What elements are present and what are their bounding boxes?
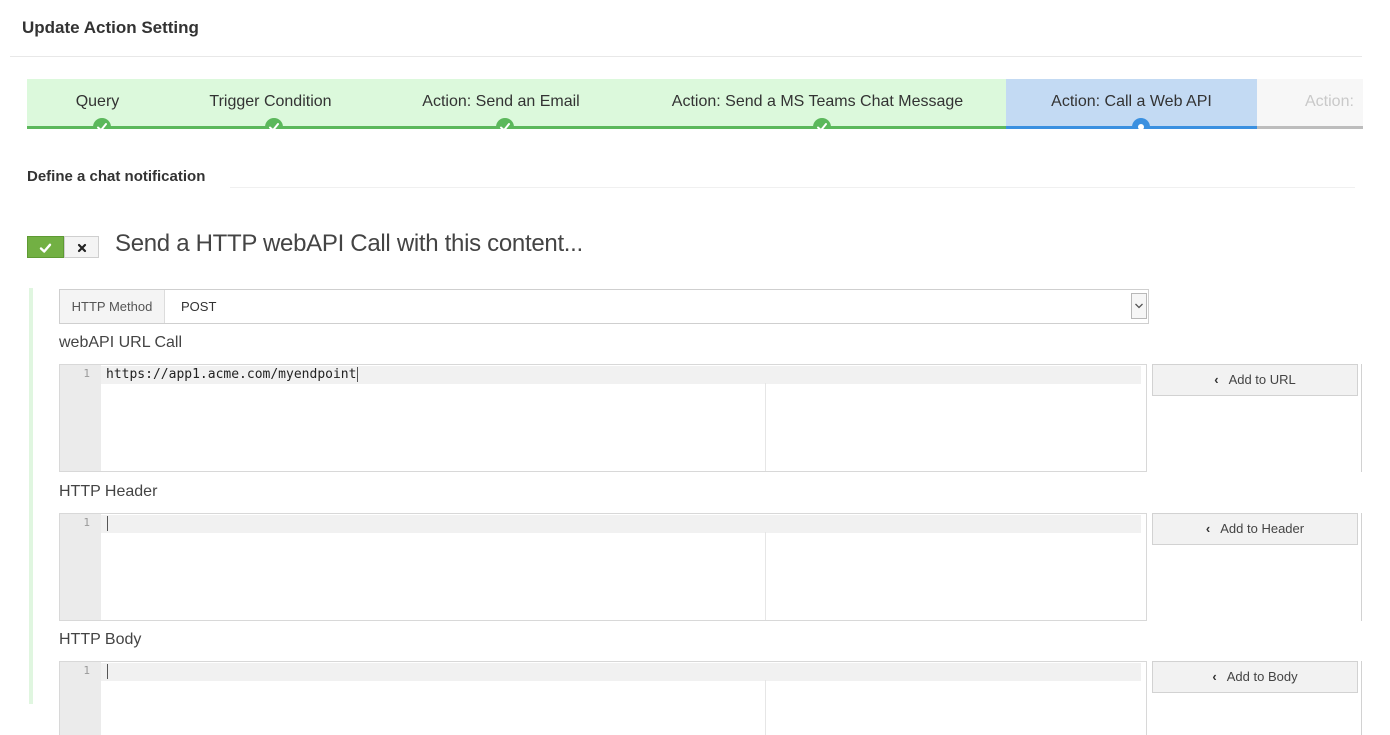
editor-line — [106, 516, 108, 531]
check-icon — [496, 118, 514, 129]
http-method-value: POST — [181, 299, 217, 314]
page-title: Update Action Setting — [22, 18, 199, 37]
enable-toggle-off[interactable] — [64, 236, 99, 258]
http-method-select[interactable]: HTTP Method POST — [59, 289, 1149, 324]
print-margin — [765, 532, 766, 620]
editor-line — [106, 664, 108, 679]
text-cursor — [107, 516, 108, 531]
active-line-highlight — [101, 515, 1141, 533]
section-indicator-bar — [29, 288, 33, 704]
title-divider — [10, 56, 1362, 57]
body-field-label: HTTP Body — [59, 631, 142, 648]
url-field-label: webAPI URL Call — [59, 334, 183, 351]
line-number: 1 — [83, 664, 90, 677]
wizard-step-call-web-api[interactable]: Action: Call a Web API — [1006, 79, 1257, 129]
body-side-panel: ‹ Add to Body — [1152, 661, 1362, 735]
url-side-panel: ‹ Add to URL — [1152, 364, 1362, 472]
active-line-highlight — [101, 663, 1141, 681]
url-code-editor[interactable]: 1 https://app1.acme.com/myendpoint — [59, 364, 1147, 472]
webapi-heading: Send a HTTP webAPI Call with this conten… — [115, 230, 583, 257]
add-to-body-button[interactable]: ‹ Add to Body — [1152, 661, 1358, 693]
header-field-label: HTTP Header — [59, 483, 158, 500]
chevron-down-icon — [1135, 303, 1143, 309]
check-icon — [813, 118, 831, 129]
editor-gutter: 1 — [60, 514, 101, 620]
chevron-left-icon: ‹ — [1205, 521, 1211, 536]
add-to-url-label: Add to URL — [1228, 372, 1296, 387]
check-icon — [39, 243, 52, 253]
current-step-icon — [1132, 118, 1150, 129]
text-cursor — [357, 367, 359, 382]
text-cursor — [107, 664, 108, 679]
section-divider — [230, 187, 1355, 188]
header-side-panel: ‹ Add to Header — [1152, 513, 1362, 621]
chevron-left-icon: ‹ — [1214, 372, 1219, 387]
line-number: 1 — [83, 516, 90, 529]
wizard-step-label: Action: Send a MS Teams Chat Message — [671, 93, 964, 110]
section-title: Define a chat notification — [27, 168, 206, 185]
chevron-left-icon: ‹ — [1212, 669, 1217, 684]
print-margin — [765, 680, 766, 735]
wizard-step-label: Action: — [1305, 93, 1354, 110]
enable-toggle-on[interactable] — [27, 236, 64, 258]
line-number: 1 — [83, 367, 90, 380]
http-method-label: HTTP Method — [60, 290, 165, 323]
wizard-step-label: Action: Send an Email — [422, 93, 580, 110]
wizard-step-label: Trigger Condition — [209, 93, 332, 110]
editor-gutter: 1 — [60, 365, 101, 471]
wizard-step-label: Action: Call a Web API — [1051, 93, 1212, 110]
print-margin — [765, 383, 766, 471]
add-to-body-label: Add to Body — [1226, 669, 1298, 684]
add-to-url-button[interactable]: ‹ Add to URL — [1152, 364, 1358, 396]
check-icon — [93, 118, 111, 129]
check-icon — [265, 118, 283, 129]
add-to-header-label: Add to Header — [1220, 521, 1305, 536]
code-text: https://app1.acme.com/myendpoint — [106, 367, 357, 382]
body-code-editor[interactable]: 1 — [59, 661, 1147, 735]
wizard-step-label: Query — [75, 93, 120, 110]
dropdown-toggle[interactable] — [1131, 293, 1147, 319]
header-code-editor[interactable]: 1 — [59, 513, 1147, 621]
close-icon — [77, 244, 86, 253]
editor-gutter: 1 — [60, 662, 101, 735]
wizard-steps: Query Trigger Condition Action: Send an … — [27, 79, 1363, 129]
editor-line: https://app1.acme.com/myendpoint — [106, 367, 359, 382]
add-to-header-button[interactable]: ‹ Add to Header — [1152, 513, 1358, 545]
wizard-step-next-action[interactable]: Action: — [1257, 79, 1363, 129]
